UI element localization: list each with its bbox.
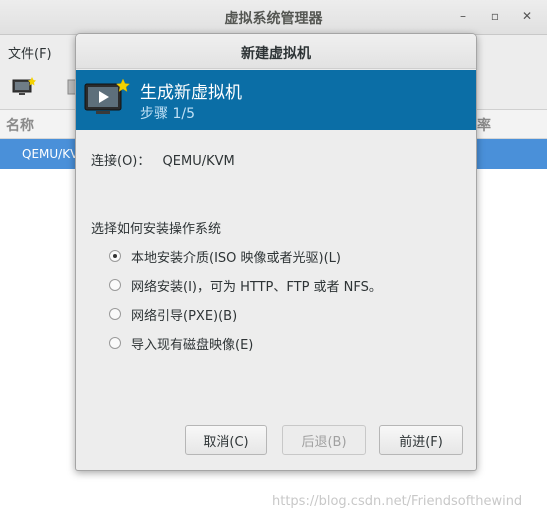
option-network-boot[interactable]: 网络引导(PXE)(B) (109, 304, 237, 324)
cancel-button[interactable]: 取消(C) (185, 425, 267, 455)
forward-button[interactable]: 前进(F) (379, 425, 463, 455)
install-method-label: 选择如何安装操作系统 (91, 222, 222, 237)
radio-network-boot[interactable] (109, 308, 121, 320)
option-network-install[interactable]: 网络安装(I)，可为 HTTP、FTP 或者 NFS。 (109, 275, 382, 295)
banner-title: 生成新虚拟机 (140, 83, 242, 103)
option-network-install-label: 网络安装(I)，可为 HTTP、FTP 或者 NFS。 (131, 279, 382, 295)
new-vm-icon[interactable] (12, 77, 36, 97)
minimize-icon[interactable]: – (456, 9, 470, 23)
close-icon[interactable]: ✕ (520, 9, 534, 23)
connection-value: QEMU/KVM (162, 154, 235, 169)
vm-monitor-icon (84, 79, 130, 114)
option-local-media[interactable]: 本地安装介质(ISO 映像或者光驱)(L) (109, 246, 341, 266)
option-import-disk-label: 导入现有磁盘映像(E) (131, 337, 254, 353)
banner-step: 步骤 1/5 (140, 106, 195, 122)
radio-network-install[interactable] (109, 279, 121, 291)
maximize-icon[interactable]: ▫ (488, 9, 502, 23)
column-name[interactable]: 名称 (6, 115, 34, 135)
dialog-title: 新建虚拟机 (241, 46, 311, 62)
radio-import-disk[interactable] (109, 337, 121, 349)
watermark: https://blog.csdn.net/Friendsofthewind (272, 494, 523, 509)
dialog-titlebar: 新建虚拟机 (76, 34, 476, 69)
option-network-boot-label: 网络引导(PXE)(B) (131, 308, 238, 324)
connection-label: 连接(O)： (91, 154, 151, 169)
radio-local-media[interactable] (109, 250, 121, 262)
column-usage[interactable]: 率 (477, 115, 491, 135)
connection-row-dialog: 连接(O)： QEMU/KVM (91, 150, 235, 169)
back-button[interactable]: 后退(B) (282, 425, 366, 455)
option-import-disk[interactable]: 导入现有磁盘映像(E) (109, 333, 253, 353)
new-vm-dialog: 新建虚拟机 生成新虚拟机 步骤 1/5 连接(O)： QEMU/KVM 选择如何… (75, 33, 477, 471)
wizard-banner: 生成新虚拟机 步骤 1/5 (76, 70, 476, 130)
menu-file[interactable]: 文件(F) (8, 43, 52, 62)
option-local-media-label: 本地安装介质(ISO 映像或者光驱)(L) (131, 250, 341, 266)
main-titlebar: 虚拟系统管理器 – ▫ ✕ (0, 0, 547, 35)
